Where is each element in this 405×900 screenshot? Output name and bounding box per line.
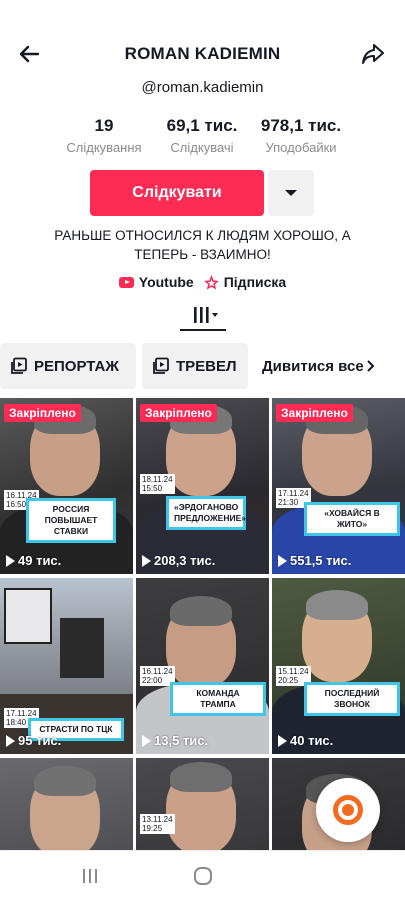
video-caption: КОМАНДА ТРАМПА <box>170 682 266 716</box>
video-caption: ПОСЛЕДНИЙ ЗВОНОК <box>304 682 400 716</box>
date-tag: 18.11.24 15:50 <box>140 474 175 494</box>
tab-videos[interactable] <box>188 303 222 329</box>
playlist-icon <box>153 357 169 374</box>
subscription-link[interactable]: Підписка <box>203 274 287 290</box>
playlists-row: РЕПОРТАЖ ТРЕВЕЛ Дивитися все <box>0 343 405 389</box>
playlist-reportage[interactable]: РЕПОРТАЖ <box>0 343 136 389</box>
active-tab-indicator <box>180 329 226 331</box>
view-count-label: 13,5 тис. <box>154 733 209 748</box>
protest-sign <box>60 618 104 678</box>
playlist-travel[interactable]: ТРЕВЕЛ <box>142 343 248 389</box>
following-label: Слідкування <box>66 140 142 155</box>
view-count-label: 551,5 тис. <box>290 553 352 568</box>
follow-button[interactable]: Слідкувати <box>90 170 264 216</box>
app-logo-icon <box>333 795 363 825</box>
system-navigation-bar <box>0 850 405 900</box>
view-count: 95 тис. <box>6 733 61 748</box>
view-count: 13,5 тис. <box>142 733 208 748</box>
video-tile[interactable]: 16.11.24 22:00 КОМАНДА ТРАМПА 13,5 тис. <box>136 578 269 754</box>
recent-apps-button[interactable] <box>78 865 102 887</box>
video-tile[interactable]: 17.11.24 18:40 СТРАСТИ ПО ТЦК 95 тис. <box>0 578 133 754</box>
youtube-link-label: Youtube <box>138 274 194 290</box>
youtube-icon <box>118 276 134 288</box>
play-icon <box>6 554 15 567</box>
view-count: 208,3 тис. <box>142 553 215 568</box>
see-all-button[interactable]: Дивитися все <box>262 343 376 389</box>
followers-stat[interactable]: 69,1 тис. Слідкувачі <box>162 116 242 156</box>
share-button[interactable] <box>359 40 387 68</box>
following-stat[interactable]: 19 Слідкування <box>62 116 146 156</box>
protest-sign <box>4 588 52 644</box>
profile-bio: РАНЬШЕ ОТНОСИЛСЯ К ЛЮДЯМ ХОРОШО, А ТЕПЕР… <box>54 228 351 262</box>
pinned-badge: Закріплено <box>276 404 353 422</box>
video-tile[interactable]: Закріплено 18.11.24 15:50 «ЭРДОГАНОВО ПР… <box>136 398 269 574</box>
video-caption: «ЭРДОГАНОВО ПРЕДЛОЖЕНИЕ» <box>166 496 246 530</box>
date-tag: 13.11.24 19:25 <box>140 814 175 834</box>
playlist-icon <box>11 357 27 374</box>
playlist-label: РЕПОРТАЖ <box>34 357 119 375</box>
subscription-link-label: Підписка <box>223 274 287 290</box>
likes-label: Уподобайки <box>265 140 337 155</box>
content-tabs <box>0 299 405 333</box>
page-title: ROMAN KADIEMIN <box>124 44 281 63</box>
video-tile[interactable]: 13.11.24 19:25 <box>136 758 269 850</box>
youtube-link[interactable]: Youtube <box>118 274 194 290</box>
view-count-label: 40 тис. <box>290 733 334 748</box>
view-count: 49 тис. <box>6 553 61 568</box>
suggested-accounts-button[interactable] <box>268 170 314 216</box>
grid-bars-icon <box>194 307 218 323</box>
likes-stat: 978,1 тис. Уподобайки <box>255 116 347 156</box>
profile-links: Youtube Підписка <box>0 272 405 292</box>
playlist-label: ТРЕВЕЛ <box>176 357 237 375</box>
video-caption: РОССИЯ ПОВЫШАЕТ СТАВКИ <box>26 498 116 543</box>
home-circle-icon <box>194 867 212 885</box>
subscription-icon <box>203 274 219 290</box>
pinned-badge: Закріплено <box>4 404 81 422</box>
floating-app-button[interactable] <box>316 778 380 842</box>
view-count: 40 тис. <box>278 733 333 748</box>
play-icon <box>142 734 151 747</box>
username-handle: @roman.kadiemin <box>141 79 264 96</box>
play-icon <box>278 554 287 567</box>
see-all-label: Дивитися все <box>262 357 364 375</box>
video-tile[interactable]: Закріплено 16.11.24 16:50 РОССИЯ ПОВЫШАЕ… <box>0 398 133 574</box>
video-tile[interactable] <box>0 758 133 850</box>
pinned-badge: Закріплено <box>140 404 217 422</box>
likes-count: 978,1 тис. <box>260 116 342 135</box>
profile-stats: 19 Слідкування 69,1 тис. Слідкувачі 978,… <box>0 116 405 162</box>
video-caption: «ХОВАЙСЯ В ЖИТО» <box>304 502 400 536</box>
followers-count: 69,1 тис. <box>166 116 238 135</box>
view-count-label: 208,3 тис. <box>154 553 216 568</box>
chevron-right-icon <box>367 360 375 372</box>
view-count: 551,5 тис. <box>278 553 351 568</box>
followers-label: Слідкувачі <box>170 140 234 155</box>
profile-header: ROMAN KADIEMIN <box>0 0 405 80</box>
video-tile[interactable]: Закріплено 17.11.24 21:30 «ХОВАЙСЯ В ЖИТ… <box>272 398 405 574</box>
recent-apps-icon <box>83 869 97 883</box>
home-button[interactable] <box>191 865 215 887</box>
view-count-label: 95 тис. <box>18 733 62 748</box>
play-icon <box>278 734 287 747</box>
play-icon <box>142 554 151 567</box>
video-tile[interactable]: 15.11.24 20:25 ПОСЛЕДНИЙ ЗВОНОК 40 тис. <box>272 578 405 754</box>
share-arrow-icon <box>362 44 384 64</box>
view-count-label: 49 тис. <box>18 553 62 568</box>
play-icon <box>6 734 15 747</box>
following-count: 19 <box>94 116 114 135</box>
caret-down-icon <box>285 190 297 196</box>
